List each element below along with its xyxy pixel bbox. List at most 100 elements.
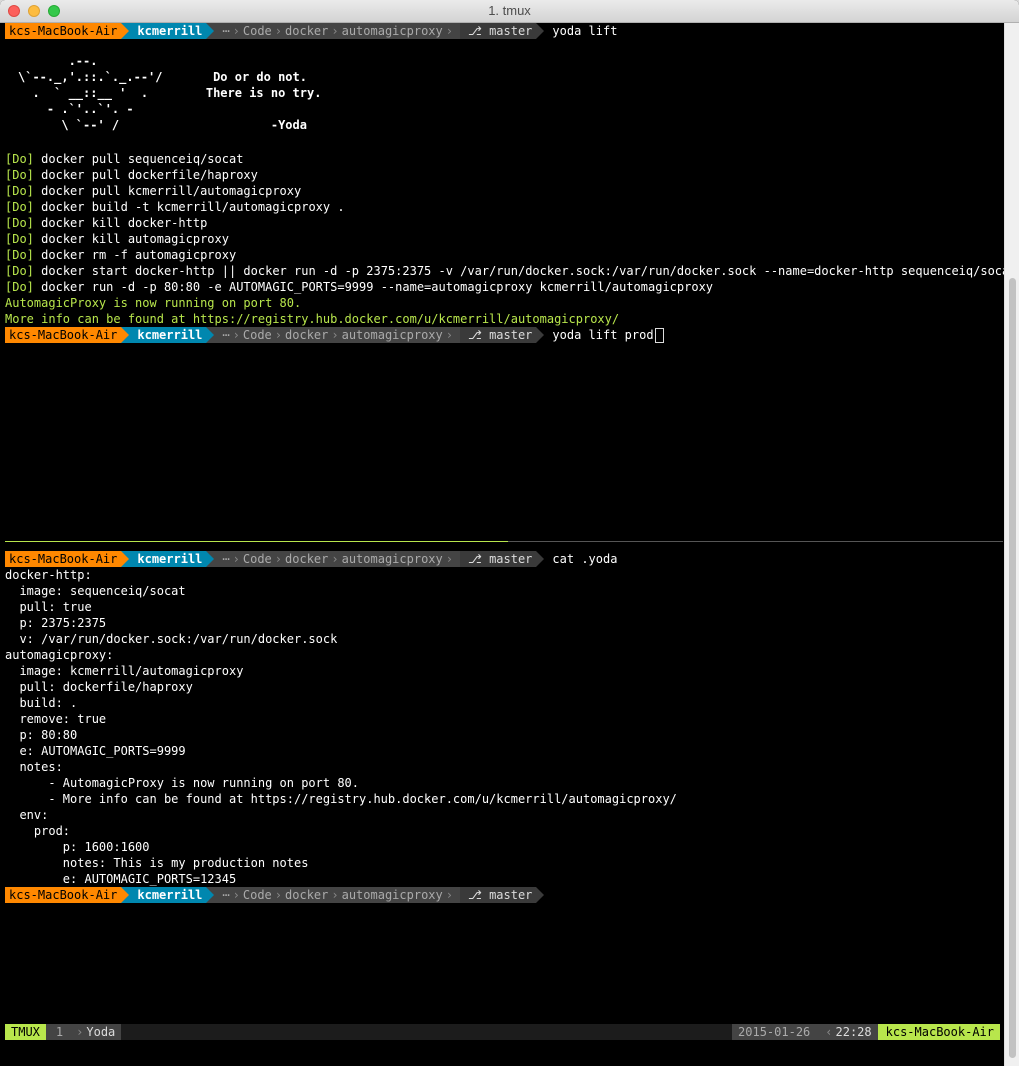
- yaml-line: env:: [5, 808, 49, 822]
- prompt-host: kcs-MacBook-Air: [5, 23, 122, 39]
- yaml-line: e: AUTOMAGIC_PORTS=12345: [5, 872, 237, 886]
- path-segment: Code: [242, 24, 272, 38]
- output-line: [Do] docker run -d -p 80:80 -e AUTOMAGIC…: [5, 280, 714, 294]
- path-segment: Code: [242, 552, 272, 566]
- powerline-arrow-icon: [536, 551, 545, 567]
- prompt-branch: ⎇ master: [460, 887, 537, 903]
- powerline-arrow-icon: [121, 327, 130, 343]
- prompt-line: kcs-MacBook-Air kcmerrill ⋯ › Code › docker ›…: [5, 23, 617, 39]
- path-segment: Code: [242, 888, 272, 902]
- prompt-user: kcmerrill: [129, 551, 207, 567]
- window-title: 1. tmux: [488, 3, 531, 18]
- output-line: [Do] docker build -t kcmerrill/automagic…: [5, 200, 345, 214]
- ellipsis-icon: ⋯: [222, 328, 230, 342]
- output-line: [Do] docker kill automagicproxy: [5, 232, 229, 246]
- output-line: [Do] docker pull kcmerrill/automagicprox…: [5, 184, 302, 198]
- prompt-path: ⋯ › Code › docker › automagicproxy ›: [214, 887, 460, 903]
- powerline-arrow-icon: [121, 887, 130, 903]
- command-text: cat .yoda: [552, 552, 618, 566]
- powerline-arrow-icon: [206, 551, 215, 567]
- yaml-line: pull: true: [5, 600, 92, 614]
- yaml-line: docker-http:: [5, 568, 92, 582]
- ellipsis-icon: ⋯: [222, 888, 230, 902]
- status-host: kcs-MacBook-Air: [877, 1024, 1000, 1040]
- yaml-line: image: kcmerrill/automagicproxy: [5, 664, 244, 678]
- vertical-scrollbar[interactable]: [1004, 23, 1019, 1066]
- prompt-user: kcmerrill: [129, 887, 207, 903]
- yaml-line: remove: true: [5, 712, 107, 726]
- terminal-window: 1. tmux kcs-MacBook-Air kcmerrill ⋯ › Code…: [0, 0, 1019, 1066]
- command-text: yoda lift: [552, 24, 618, 38]
- cursor-icon: [654, 328, 664, 343]
- note-line: AutomagicProxy is now running on port 80…: [5, 296, 302, 310]
- session-name: TMUX: [5, 1024, 46, 1040]
- window-index[interactable]: 1: [45, 1024, 70, 1040]
- output-line: [Do] docker start docker-http || docker …: [5, 264, 1017, 278]
- ellipsis-icon: ⋯: [222, 24, 230, 38]
- prompt-line: kcs-MacBook-Air kcmerrill ⋯ › Code › docker ›…: [5, 327, 664, 343]
- powerline-arrow-icon: [206, 327, 215, 343]
- branch-icon: ⎇: [468, 888, 482, 902]
- prompt-line: kcs-MacBook-Air kcmerrill ⋯ › Code › docker ›…: [5, 551, 617, 567]
- powerline-arrow-icon: [536, 327, 545, 343]
- yaml-line: automagicproxy:: [5, 648, 114, 662]
- path-segment: docker: [285, 24, 329, 38]
- yaml-line: image: sequenceiq/socat: [5, 584, 186, 598]
- prompt-branch: ⎇ master: [460, 327, 537, 343]
- powerline-arrow-icon: [206, 23, 215, 39]
- output-line: [Do] docker pull sequenceiq/socat: [5, 152, 244, 166]
- path-segment: docker: [285, 888, 329, 902]
- branch-name: master: [489, 888, 533, 902]
- tmux-status-bar: TMUX 1 › Yoda 2015-01-26 ‹ 22:28 kcs-MacBo…: [5, 1024, 1000, 1040]
- prompt-host: kcs-MacBook-Air: [5, 887, 122, 903]
- ellipsis-icon: ⋯: [222, 552, 230, 566]
- prompt-path: ⋯ › Code › docker › automagicproxy ›: [214, 327, 460, 343]
- yaml-line: v: /var/run/docker.sock:/var/run/docker.…: [5, 632, 338, 646]
- yaml-line: - More info can be found at https://regi…: [5, 792, 677, 806]
- yoda-ascii-art: .--. \`--._,'.::.`._.--'/ Do or do not. …: [18, 54, 322, 132]
- scrollbar-thumb[interactable]: [1009, 278, 1016, 1058]
- yaml-line: e: AUTOMAGIC_PORTS=9999: [5, 744, 186, 758]
- yaml-line: - AutomagicProxy is now running on port …: [5, 776, 360, 790]
- prompt-branch: ⎇ master: [460, 23, 537, 39]
- powerline-arrow-icon: [121, 551, 130, 567]
- path-segment: Code: [242, 328, 272, 342]
- yaml-line: p: 2375:2375: [5, 616, 107, 630]
- output-line: [Do] docker pull dockerfile/haproxy: [5, 168, 258, 182]
- terminal-area[interactable]: kcs-MacBook-Air kcmerrill ⋯ › Code › docker ›…: [0, 23, 1016, 1066]
- status-time: ‹ 22:28: [816, 1024, 878, 1040]
- path-segment: docker: [285, 328, 329, 342]
- yaml-line: pull: dockerfile/haproxy: [5, 680, 193, 694]
- yaml-line: build: .: [5, 696, 78, 710]
- path-segment: automagicproxy: [341, 552, 443, 566]
- prompt-host: kcs-MacBook-Air: [5, 327, 122, 343]
- branch-icon: ⎇: [468, 24, 482, 38]
- powerline-arrow-icon: [536, 23, 545, 39]
- powerline-arrow-icon: [121, 23, 130, 39]
- window-name[interactable]: › Yoda: [69, 1024, 122, 1040]
- prompt-user: kcmerrill: [129, 23, 207, 39]
- prompt-line: kcs-MacBook-Air kcmerrill ⋯ › Code › docker ›…: [5, 887, 545, 903]
- status-date: 2015-01-26: [732, 1024, 817, 1040]
- command-input[interactable]: yoda lift prod: [544, 327, 664, 343]
- title-bar[interactable]: 1. tmux: [0, 0, 1019, 23]
- powerline-arrow-icon: [536, 887, 545, 903]
- yaml-line: notes:: [5, 760, 63, 774]
- prompt-branch: ⎇ master: [460, 551, 537, 567]
- path-segment: automagicproxy: [341, 328, 443, 342]
- path-segment: automagicproxy: [341, 24, 443, 38]
- yaml-line: notes: This is my production notes: [5, 856, 309, 870]
- powerline-arrow-icon: [206, 887, 215, 903]
- path-segment: docker: [285, 552, 329, 566]
- branch-name: master: [489, 24, 533, 38]
- prompt-user: kcmerrill: [129, 327, 207, 343]
- yaml-line: prod:: [5, 824, 71, 838]
- branch-icon: ⎇: [468, 552, 482, 566]
- yaml-line: p: 80:80: [5, 728, 78, 742]
- branch-icon: ⎇: [468, 328, 482, 342]
- yaml-line: p: 1600:1600: [5, 840, 150, 854]
- prompt-path: ⋯ › Code › docker › automagicproxy ›: [214, 551, 460, 567]
- note-line: More info can be found at https://regist…: [5, 312, 620, 326]
- output-line: [Do] docker kill docker-http: [5, 216, 208, 230]
- branch-name: master: [489, 552, 533, 566]
